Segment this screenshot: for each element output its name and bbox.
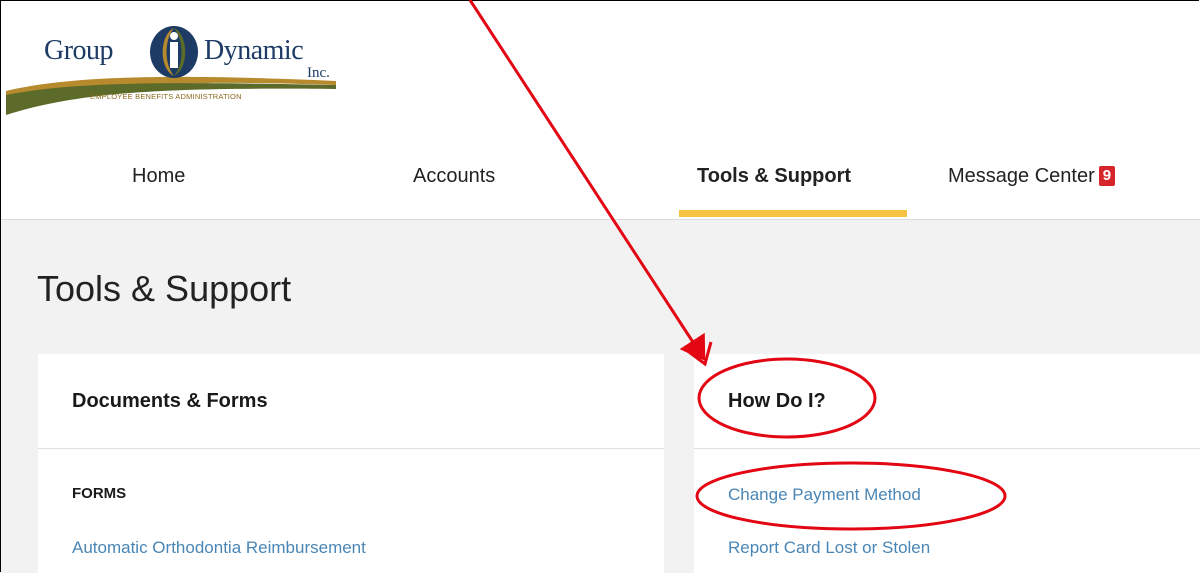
nav-tools-support[interactable]: Tools & Support bbox=[697, 165, 851, 188]
message-count-badge: 9 bbox=[1098, 166, 1116, 186]
logo-word-dynamic: Dynamic bbox=[204, 35, 304, 66]
logo-tagline: EMPLOYEE BENEFITS ADMINISTRATION bbox=[90, 92, 242, 101]
nav-accounts[interactable]: Accounts bbox=[413, 165, 495, 188]
nav-message-center-label: Message Center bbox=[948, 165, 1095, 187]
logo-mark-icon bbox=[150, 26, 198, 78]
logo-inc: Inc. bbox=[307, 65, 330, 81]
link-change-payment-method[interactable]: Change Payment Method bbox=[728, 485, 921, 505]
forms-section-label: FORMS bbox=[72, 485, 127, 502]
documents-forms-header: Documents & Forms bbox=[38, 354, 664, 449]
documents-forms-card: Documents & Forms FORMS Automatic Orthod… bbox=[38, 354, 664, 573]
nav-message-center[interactable]: Message Center 9 bbox=[948, 165, 1116, 188]
documents-forms-title: Documents & Forms bbox=[72, 390, 268, 412]
group-dynamic-logo[interactable]: Group Dynamic Inc. EMPLOYEE BENEFITS ADM… bbox=[6, 15, 341, 115]
link-automatic-orthodontia[interactable]: Automatic Orthodontia Reimbursement bbox=[72, 538, 366, 558]
site-header: Group Dynamic Inc. EMPLOYEE BENEFITS ADM… bbox=[1, 1, 1200, 221]
active-tab-indicator bbox=[679, 210, 907, 217]
how-do-i-header: How Do I? bbox=[694, 354, 1200, 449]
how-do-i-title: How Do I? bbox=[728, 390, 826, 412]
how-do-i-card: How Do I? Change Payment Method Report C… bbox=[694, 354, 1200, 573]
logo-word-group: Group bbox=[44, 35, 114, 66]
link-report-card-lost[interactable]: Report Card Lost or Stolen bbox=[728, 538, 930, 558]
nav-home[interactable]: Home bbox=[132, 165, 185, 188]
page-title: Tools & Support bbox=[37, 268, 292, 309]
